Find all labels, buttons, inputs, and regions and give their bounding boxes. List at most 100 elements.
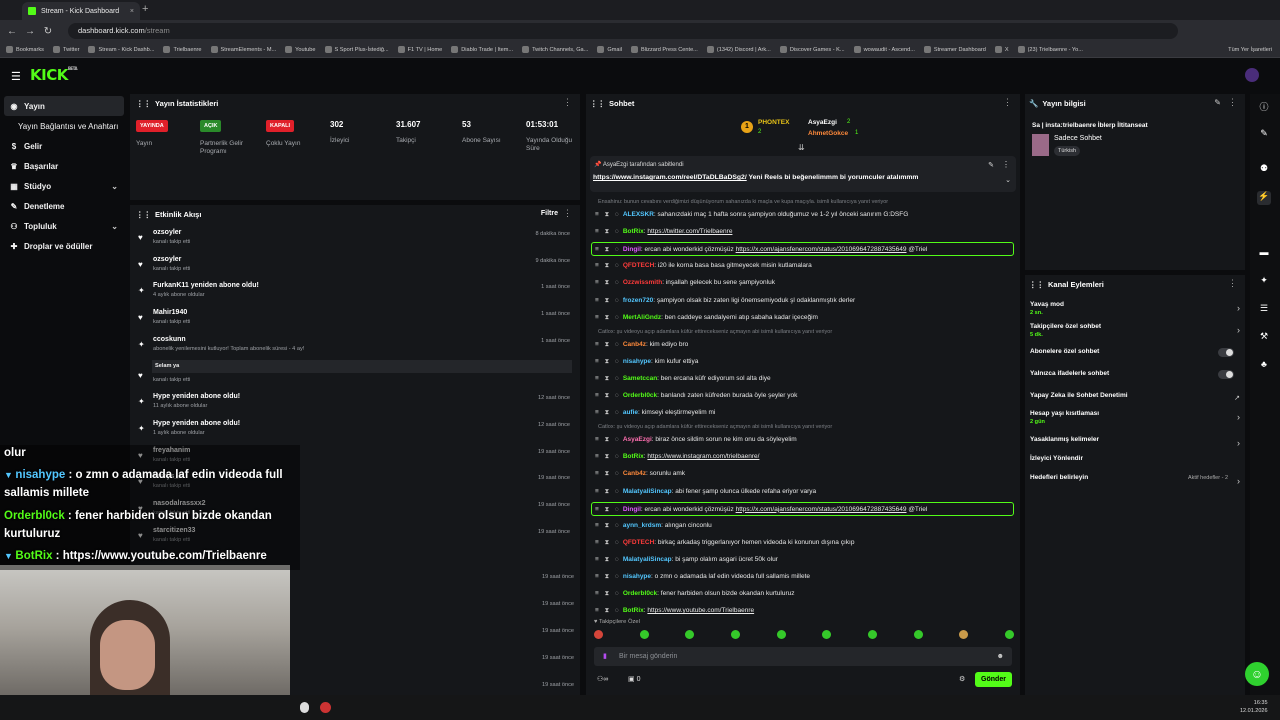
sidebar-item[interactable]: ♛ Başarılar <box>0 156 128 176</box>
channel-action-item[interactable]: Abonelere özel sohbet <box>1030 348 1240 357</box>
bookmark-item[interactable]: X <box>994 46 1009 53</box>
sidebar-item[interactable]: ✎ Denetleme <box>0 196 128 216</box>
chat-username[interactable]: ALEXSKR <box>623 211 654 218</box>
chat-username[interactable]: nisahype <box>623 573 651 580</box>
activity-name[interactable]: ccoskunn <box>153 336 186 343</box>
chat-username[interactable]: frozen720 <box>623 297 653 304</box>
chevron-right-icon[interactable]: › <box>1237 476 1240 486</box>
bookmark-item[interactable]: Bookmarks <box>6 46 44 53</box>
mod-actions-icon[interactable]: ≡ ⧗ ◌ <box>595 375 621 382</box>
bookmark-item[interactable]: Stream - Kick Dashb... <box>88 46 154 53</box>
avatar[interactable] <box>1245 68 1259 82</box>
close-tab-icon[interactable]: × <box>130 8 134 15</box>
chat-users-icon[interactable]: ⚇∞ <box>597 675 608 683</box>
activity-name[interactable]: ozsoyler <box>153 256 181 263</box>
chat-username[interactable]: QFDTECH <box>623 539 654 546</box>
mod-actions-icon[interactable]: ≡ ⧗ ◌ <box>595 392 621 399</box>
chat-username[interactable]: AsyaEzgi <box>623 436 652 443</box>
emote-icon[interactable] <box>730 630 740 639</box>
chat-username[interactable]: BotRix <box>623 607 644 614</box>
mod-actions-icon[interactable]: ≡ ⧗ ◌ <box>595 228 621 235</box>
mod-actions-icon[interactable]: ≡ ⧗ ◌ <box>595 279 621 286</box>
info-icon[interactable]: ⓘ <box>1257 100 1271 114</box>
mod-actions-icon[interactable]: ≡ ⧗ ◌ <box>595 314 621 321</box>
emote-icon[interactable] <box>594 630 603 639</box>
bug-icon[interactable]: ⚉ <box>1257 163 1271 177</box>
bookmark-item[interactable]: Discover Games - K... <box>779 46 845 53</box>
settings-icon[interactable]: ⚙ <box>959 675 965 683</box>
activity-name[interactable]: Hype yeniden abone oldu! <box>153 420 240 427</box>
mod-actions-icon[interactable]: ≡ ⧗ ◌ <box>595 590 621 597</box>
mod-actions-icon[interactable]: ≡ ⧗ ◌ <box>595 358 621 365</box>
emote-icon[interactable] <box>685 630 695 639</box>
gift-icon[interactable]: ▣ <box>628 676 637 683</box>
tool-icon[interactable]: ⚒ <box>1257 331 1271 345</box>
filter-button[interactable]: Filtre <box>541 210 558 217</box>
chat-username[interactable]: Orderbl0ck <box>623 590 657 597</box>
chat-username[interactable]: aufie <box>623 409 638 416</box>
channel-action-item[interactable]: Yasaklanmış kelimeler › <box>1030 436 1240 448</box>
browser-tab[interactable]: Stream - Kick Dashboard × <box>22 2 140 20</box>
mod-actions-icon[interactable]: ≡ ⧗ ◌ <box>595 470 621 477</box>
chat-username[interactable]: Ozzwissmith <box>623 279 662 286</box>
chevron-right-icon[interactable]: › <box>1237 303 1240 313</box>
activity-name[interactable]: Mahir1940 <box>153 309 187 316</box>
chat-username[interactable]: Sametccan <box>623 375 657 382</box>
pencil-icon[interactable]: ✎ <box>1257 128 1271 142</box>
emote-icon[interactable] <box>1004 630 1014 639</box>
drag-handle-icon[interactable]: ⋮⋮ <box>136 99 151 108</box>
address-bar[interactable]: dashboard.kick.com/stream <box>68 23 1178 39</box>
mod-actions-icon[interactable]: ≡ ⧗ ◌ <box>595 262 621 269</box>
channel-action-item[interactable]: Yalnızca ifadelerle sohbet <box>1030 370 1240 379</box>
channel-action-item[interactable]: Hesap yaşı kısıtlaması 2 gün › <box>1030 410 1240 425</box>
collapse-icon[interactable]: ⇊ <box>798 143 805 152</box>
menu-icon[interactable]: ☰ <box>11 70 21 83</box>
sidebar-item[interactable]: ✚ Droplar ve ödüller <box>0 236 128 256</box>
bookmark-item[interactable]: Twitter <box>52 46 79 53</box>
lightning-icon[interactable]: ⚡ <box>1257 191 1271 205</box>
emote-icon[interactable] <box>959 630 969 639</box>
chevron-down-icon[interactable]: ⌄ <box>111 222 118 231</box>
channel-action-item[interactable]: Takipçilere özel sohbet 5 dk. › <box>1030 323 1240 338</box>
chat-link[interactable]: https://x.com/ajansfenercom/status/20106… <box>736 246 907 253</box>
kick-logo[interactable]: KICKBETA <box>30 66 78 84</box>
sidebar-item[interactable]: ◉ Yayın <box>4 96 124 116</box>
taskbar-obs-icon[interactable] <box>320 702 331 713</box>
star-icon[interactable]: ✦ <box>1257 275 1271 289</box>
chat-bubble-icon[interactable]: ▬ <box>1257 247 1271 261</box>
sidebar-item[interactable]: Yayın Bağlantısı ve Anahtarı <box>0 116 128 136</box>
bookmark-item[interactable]: Twitch Channels, Ga... <box>522 46 588 53</box>
mod-actions-icon[interactable]: ≡ ⧗ ◌ <box>595 607 621 614</box>
chat-input[interactable]: ▮ Bir mesaj gönderin ☻ <box>594 647 1012 666</box>
chat-username[interactable]: MertAliGndz <box>623 314 661 321</box>
mod-actions-icon[interactable]: ≡ ⧗ ◌ <box>595 436 621 443</box>
activity-menu-icon[interactable]: ⋮ <box>563 208 572 219</box>
chat-username[interactable]: MalatyaliSincap <box>623 488 672 495</box>
sidebar-item[interactable]: $ Gelir <box>0 136 128 156</box>
mod-actions-icon[interactable]: ≡ ⧗ ◌ <box>595 573 621 580</box>
emote-icon[interactable] <box>639 630 649 639</box>
chat-username[interactable]: aynn_krdsm <box>623 522 661 529</box>
chat-username[interactable]: MalatyaliSincap <box>623 556 672 563</box>
category-name[interactable]: Sadece Sohbet <box>1054 135 1102 142</box>
channel-actions-menu-icon[interactable]: ⋮ <box>1228 278 1237 289</box>
bookmark-item[interactable]: wowaudit - Ascend... <box>853 46 915 53</box>
mod-actions-icon[interactable]: ≡ ⧗ ◌ <box>595 522 621 529</box>
send-button[interactable]: Gönder <box>975 672 1012 687</box>
channel-action-item[interactable]: Yavaş mod 2 sn. › <box>1030 301 1240 316</box>
taskbar-app-icon[interactable] <box>300 702 309 713</box>
support-chat-icon[interactable]: ☺ <box>1245 662 1269 686</box>
mod-actions-icon[interactable]: ≡ ⧗ ◌ <box>595 539 621 546</box>
bookmark-item[interactable]: Trielbaenre <box>163 46 202 53</box>
mod-actions-icon[interactable]: ≡ ⧗ ◌ <box>595 341 621 348</box>
bookmark-item[interactable]: Blizzard Press Cente... <box>630 46 698 53</box>
mod-actions-icon[interactable]: ≡ ⧗ ◌ <box>595 556 621 563</box>
pinned-link[interactable]: https://www.instagram.com/reel/DTaDLBaDS… <box>593 174 747 181</box>
edit-icon[interactable]: ✎ <box>1214 98 1221 107</box>
bookmark-item[interactable]: (1342) Discord | Ark... <box>706 46 771 53</box>
bookmark-item[interactable]: Diablo Trade | Item... <box>451 46 513 53</box>
channel-action-item[interactable]: İzleyici Yönlendir <box>1030 455 1240 462</box>
chat-username[interactable]: Canb4z <box>623 470 646 477</box>
mod-actions-icon[interactable]: ≡ ⧗ ◌ <box>595 211 621 218</box>
mod-actions-icon[interactable]: ≡ ⧗ ◌ <box>595 488 621 495</box>
